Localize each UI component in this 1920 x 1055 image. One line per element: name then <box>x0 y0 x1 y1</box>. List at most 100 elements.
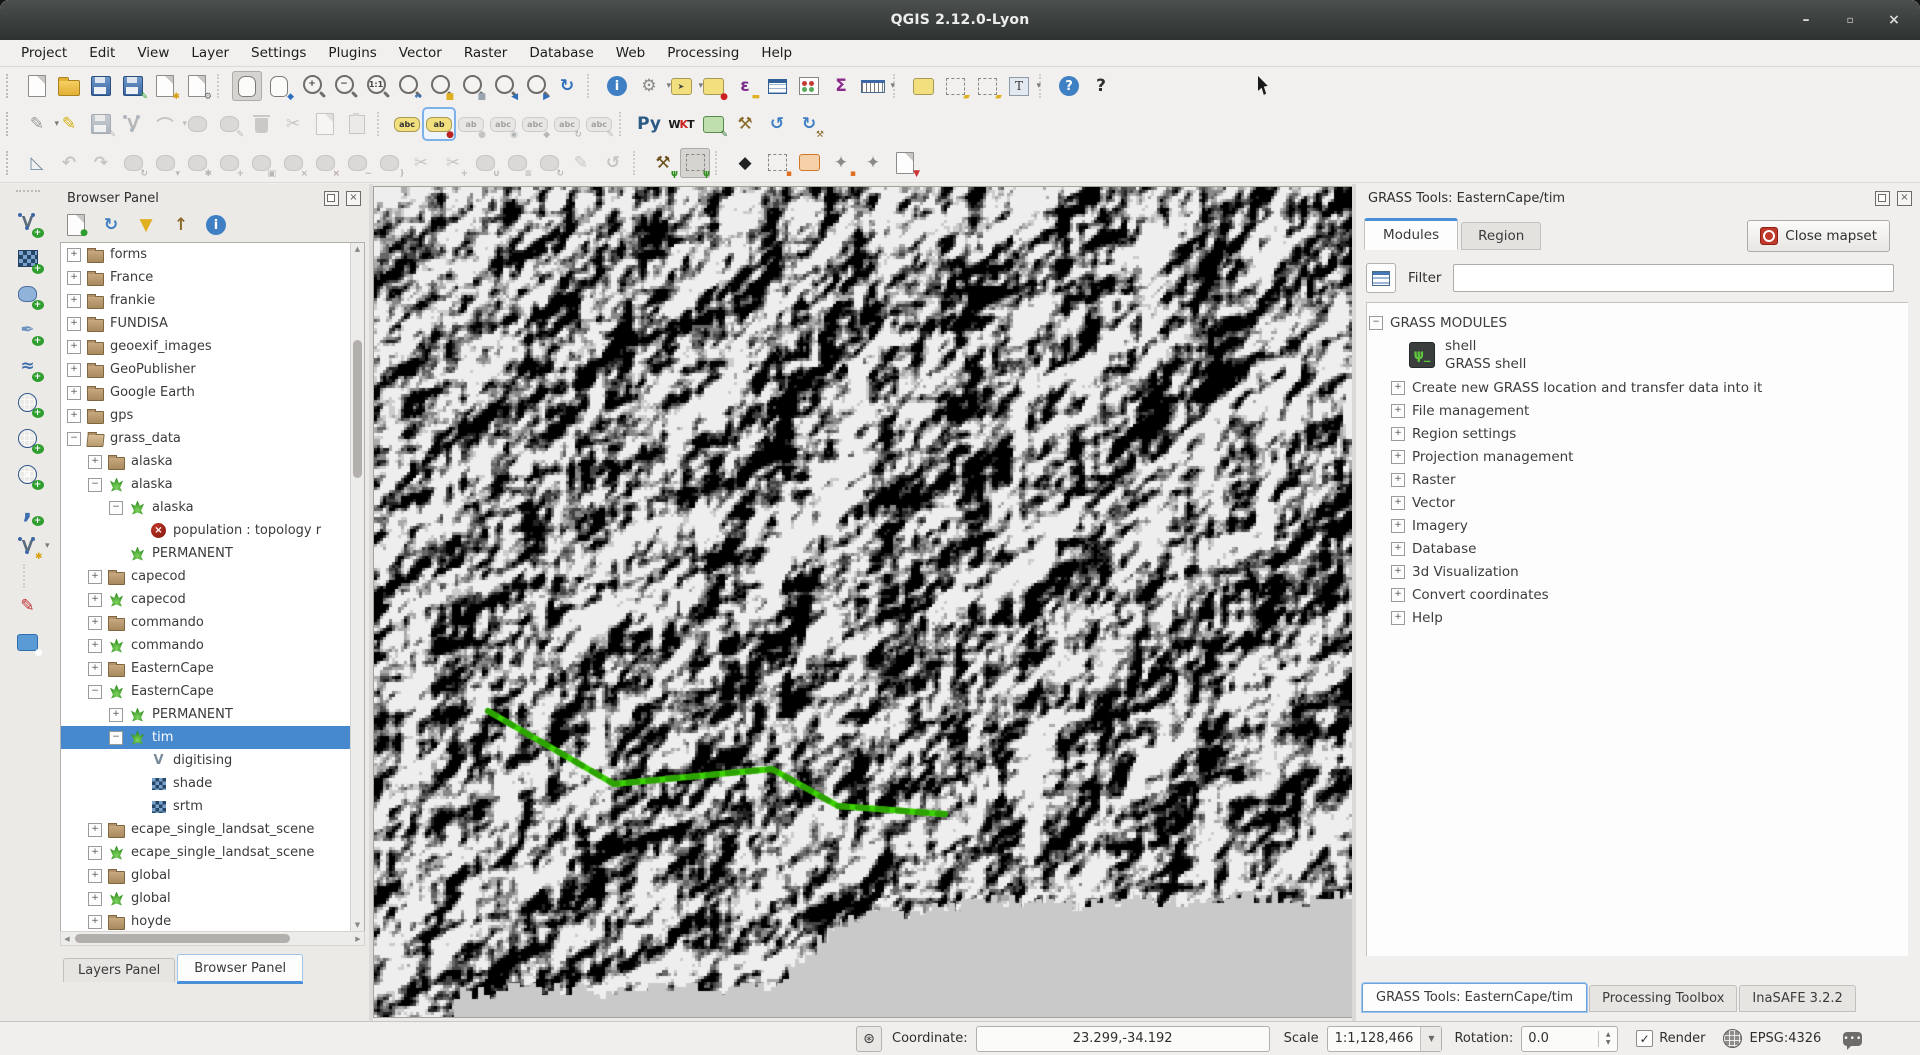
float-panel-icon[interactable] <box>324 191 339 206</box>
delete-ring-icon[interactable]: × <box>278 148 308 178</box>
menu-processing[interactable]: Processing <box>656 40 750 66</box>
identify-features-icon[interactable]: i <box>602 71 632 101</box>
zoom-native-icon[interactable]: 1:1 <box>360 71 390 101</box>
label-visibility-icon[interactable]: abc◉ <box>488 109 518 139</box>
label-unpin-icon[interactable]: ab● <box>456 109 486 139</box>
refresh-map-icon[interactable]: ↻ <box>552 71 582 101</box>
grass-region-toggle-icon[interactable]: ψ <box>680 148 710 178</box>
field-calculator-icon[interactable] <box>794 71 824 101</box>
tree-item-google-earth[interactable]: +Google Earth <box>61 381 364 404</box>
inasafe-keyword-wizard-icon[interactable]: ✦▪ <box>826 148 856 178</box>
scroll-up-icon[interactable]: ▲ <box>351 243 364 255</box>
split-features-icon[interactable]: ✂ <box>406 148 436 178</box>
add-wms-layer-icon[interactable]: + <box>13 387 43 417</box>
module-group-region-settings[interactable]: +Region settings <box>1369 422 1908 445</box>
text-annotation-icon[interactable]: T▾ <box>1004 71 1034 101</box>
zoom-to-layer-icon[interactable]: ■ <box>456 71 486 101</box>
minimize-button[interactable]: – <box>1798 12 1814 28</box>
tree-item-france[interactable]: +France <box>61 266 364 289</box>
reshape-features-icon[interactable]: ~ <box>342 148 372 178</box>
tab-region[interactable]: Region <box>1461 222 1541 250</box>
help-contents-icon[interactable]: ? <box>1054 71 1084 101</box>
rotate-point-symbols-icon[interactable]: ↻ <box>534 148 564 178</box>
tree-toggle[interactable]: + <box>88 616 102 630</box>
chevron-down-icon[interactable]: ▾ <box>890 81 895 91</box>
grass-shell-item[interactable]: ψ_ shell GRASS shell <box>1369 334 1908 376</box>
menu-layer[interactable]: Layer <box>180 40 240 66</box>
offset-point-symbols-icon[interactable]: ✎ <box>566 148 596 178</box>
tree-item-srtm[interactable]: +srtm <box>61 795 364 818</box>
scrollbar-thumb[interactable] <box>353 340 362 478</box>
module-group-convert-coordinates[interactable]: +Convert coordinates <box>1369 583 1908 606</box>
menu-web[interactable]: Web <box>605 40 656 66</box>
label-move-icon[interactable]: abc◆ <box>520 109 550 139</box>
rotate-feature-icon[interactable]: ↻ <box>118 148 148 178</box>
new-composer-icon[interactable]: ✱ <box>150 71 180 101</box>
run-feature-action-icon[interactable]: ⚙▾ <box>634 71 664 101</box>
simplify-feature-icon[interactable]: ▾ <box>150 148 180 178</box>
tree-toggle[interactable]: + <box>88 639 102 653</box>
tree-item-tim[interactable]: −tim <box>61 726 364 749</box>
tree-toggle[interactable]: + <box>67 340 81 354</box>
tree-item-forms[interactable]: +forms <box>61 243 364 266</box>
tree-toggle[interactable]: − <box>67 432 81 446</box>
delete-selected-icon[interactable] <box>246 109 276 139</box>
module-group-imagery[interactable]: +Imagery <box>1369 514 1908 537</box>
zoom-in-icon[interactable]: + <box>296 71 326 101</box>
tree-item-ecape-single-landsat-scene[interactable]: +ecape_single_landsat_scene <box>61 818 364 841</box>
module-group-file-management[interactable]: +File management <box>1369 399 1908 422</box>
zoom-last-icon[interactable]: ◀ <box>488 71 518 101</box>
toolbar-handle[interactable] <box>6 151 16 175</box>
tree-item-easterncape[interactable]: +EasternCape <box>61 657 364 680</box>
show-bookmarks-icon[interactable]: ▰ <box>972 71 1002 101</box>
tree-item-permanent[interactable]: +PERMANENT <box>61 703 364 726</box>
tree-item-alaska[interactable]: −alaska <box>61 473 364 496</box>
tree-item-commando[interactable]: +commando <box>61 611 364 634</box>
close-mapset-button[interactable]: Close mapset <box>1747 220 1890 252</box>
tree-item-gps[interactable]: +gps <box>61 404 364 427</box>
module-group-database[interactable]: +Database <box>1369 537 1908 560</box>
render-checkbox[interactable]: ✓ <box>1636 1030 1653 1047</box>
rotation-input[interactable] <box>1522 1031 1598 1046</box>
add-wcs-layer-icon[interactable]: + <box>13 423 43 453</box>
add-raster-layer-icon[interactable]: + <box>13 243 43 273</box>
tree-item-alaska[interactable]: +alaska <box>61 450 364 473</box>
tree-item-global[interactable]: +global <box>61 864 364 887</box>
tree-item-fundisa[interactable]: +FUNDISA <box>61 312 364 335</box>
plugin-redo-tools-icon[interactable]: ↻⚒ <box>794 109 824 139</box>
menu-vector[interactable]: Vector <box>388 40 453 66</box>
menu-settings[interactable]: Settings <box>240 40 317 66</box>
zoom-full-icon[interactable]: ↔ <box>392 71 422 101</box>
tab-layers-panel[interactable]: Layers Panel <box>63 958 175 982</box>
composer-manager-icon[interactable]: ⚙ <box>182 71 212 101</box>
rotation-spinner[interactable]: ▲▼ <box>1521 1026 1618 1052</box>
module-group-projection-management[interactable]: +Projection management <box>1369 445 1908 468</box>
add-selected-layers-icon[interactable]: ● <box>64 213 88 237</box>
tree-toggle[interactable]: + <box>1391 404 1405 418</box>
messages-icon[interactable]: ••• <box>1843 1032 1862 1046</box>
add-ring-icon[interactable]: ✱ <box>182 148 212 178</box>
add-postgis-layer-icon[interactable]: + <box>13 279 43 309</box>
filter-list-button[interactable] <box>1366 263 1396 293</box>
map-tips-icon[interactable] <box>908 71 938 101</box>
inasafe-help-icon[interactable]: ▼ <box>890 148 920 178</box>
inasafe-keywords-icon[interactable]: ▪ <box>762 148 792 178</box>
vector-edit-red-icon[interactable]: ✎ <box>13 591 43 621</box>
label-rotate-icon[interactable]: abc↻ <box>552 109 582 139</box>
select-by-expression-icon[interactable]: ε▬ <box>730 71 760 101</box>
scrollbar-thumb[interactable] <box>75 934 290 943</box>
toolbar-handle[interactable] <box>6 112 16 136</box>
tree-toggle[interactable]: + <box>67 386 81 400</box>
zoom-to-selection-icon[interactable]: ■ <box>424 71 454 101</box>
module-group-vector[interactable]: +Vector <box>1369 491 1908 514</box>
offset-curve-icon[interactable]: ) <box>374 148 404 178</box>
tab-processing-toolbox[interactable]: Processing Toolbox <box>1589 985 1737 1012</box>
tree-toggle[interactable]: + <box>88 593 102 607</box>
title-bar[interactable]: QGIS 2.12.0-Lyon – ▫ × <box>0 0 1920 40</box>
redo-icon[interactable]: ↷ <box>86 148 116 178</box>
cut-features-icon[interactable]: ✂ <box>278 109 308 139</box>
pan-map-icon[interactable] <box>232 71 262 101</box>
inasafe-function-wizard-icon[interactable]: ✦ <box>858 148 888 178</box>
module-group-create-new-grass-location-and-transfer-data-into-it[interactable]: +Create new GRASS location and transfer … <box>1369 376 1908 399</box>
attribute-table-icon[interactable] <box>762 71 792 101</box>
